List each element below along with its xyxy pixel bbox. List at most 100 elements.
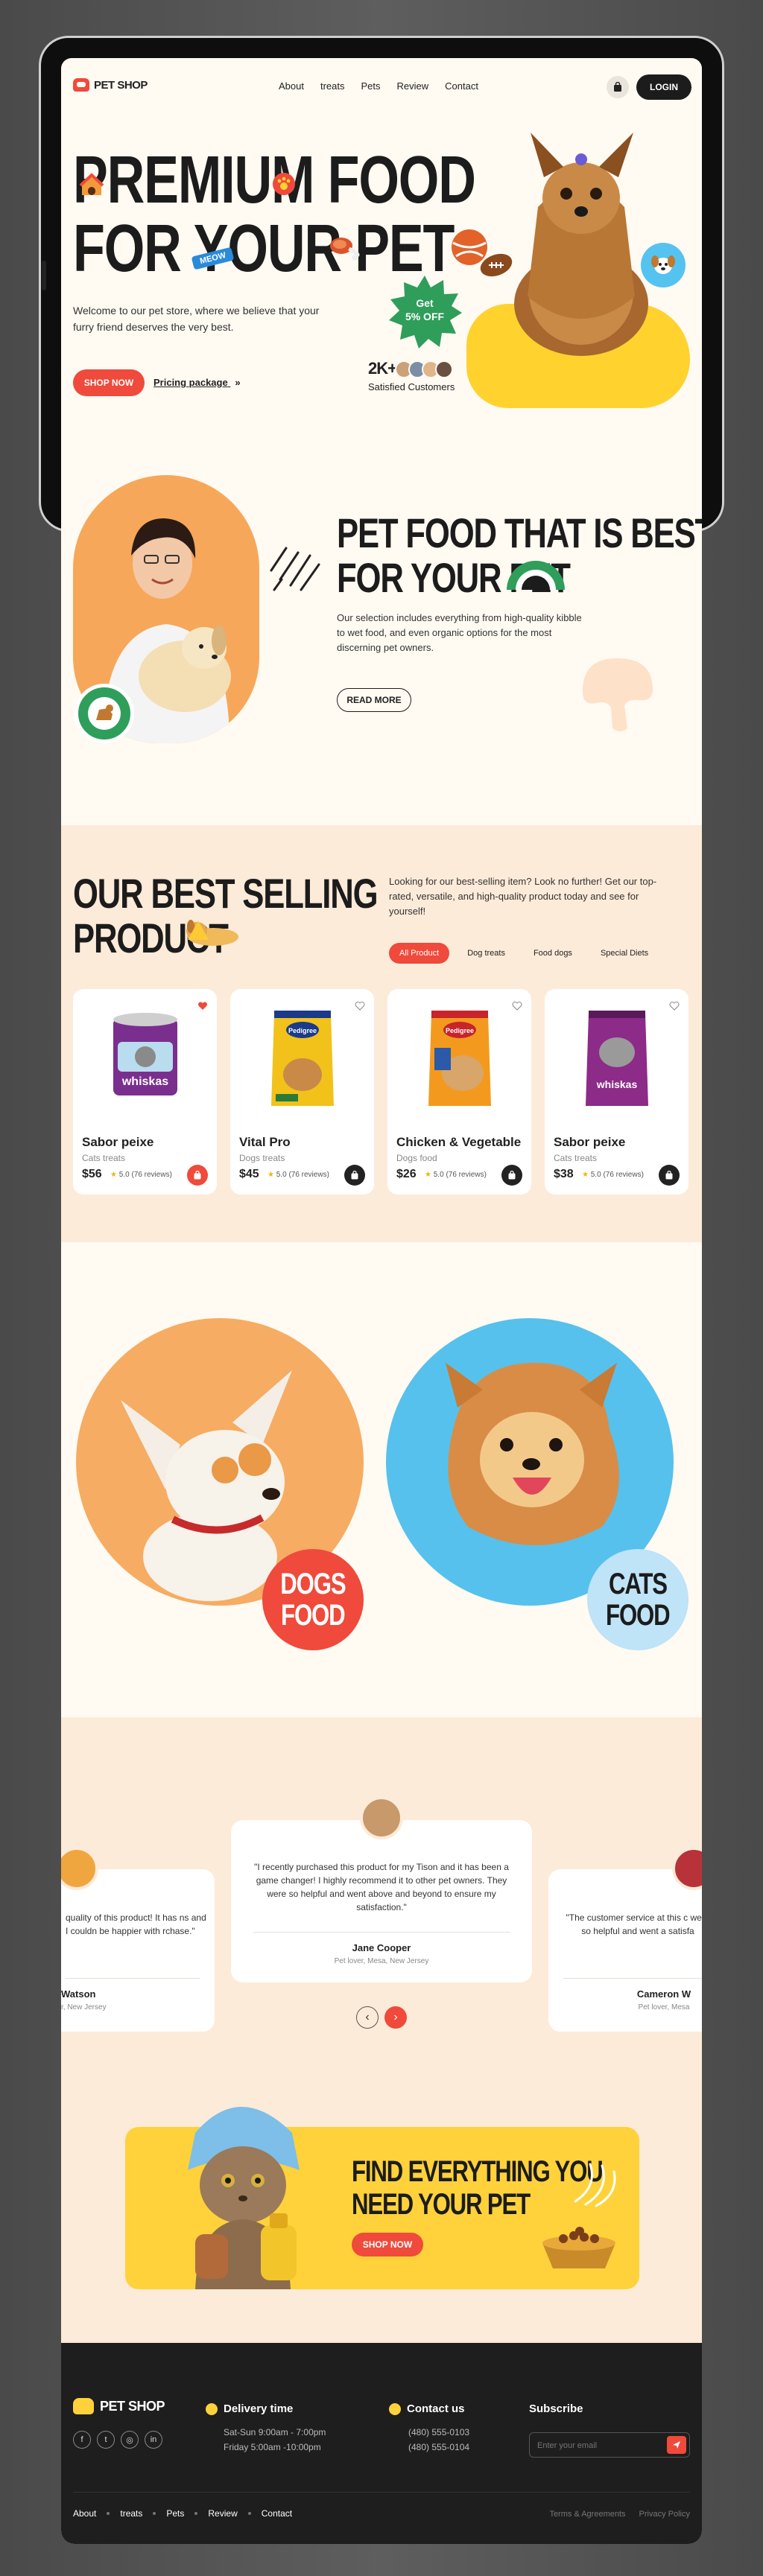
meat-bone-icon: [330, 238, 360, 261]
testimonial-quote: "I recently purchased this product for m…: [254, 1862, 509, 1912]
read-more-button[interactable]: READ MORE: [337, 688, 411, 712]
products-description: Looking for our best-selling item? Look …: [389, 876, 657, 917]
shopping-bag-icon: [508, 1171, 516, 1180]
testimonial-card-active: "I recently purchased this product for m…: [231, 1820, 532, 1982]
football-toy-icon: [480, 253, 513, 277]
footer-links: About treats Pets Review Contact: [73, 2508, 292, 2519]
privacy-link[interactable]: Privacy Policy: [639, 2510, 690, 2519]
phone-icon: [389, 2403, 401, 2416]
twitter-icon[interactable]: t: [97, 2431, 115, 2449]
phone-1[interactable]: (480) 555-0103: [408, 2425, 469, 2440]
social-links: f t ◎ in: [73, 2431, 162, 2449]
customers-label: Satisfied Customers: [368, 381, 455, 392]
offer-line1: Get: [416, 297, 434, 309]
rating-value: 5.0: [276, 1171, 287, 1179]
facebook-icon[interactable]: f: [73, 2431, 91, 2449]
footer-link-pets[interactable]: Pets: [166, 2508, 184, 2519]
product-card[interactable]: Pedigree Vital Pro Dogs treats $45 ★ 5.0…: [230, 989, 374, 1195]
pet-bed-icon: [507, 561, 565, 590]
subscribe-send-button[interactable]: [667, 2436, 686, 2454]
shop-now-button[interactable]: SHOP NOW: [73, 369, 145, 396]
linkedin-icon[interactable]: in: [145, 2431, 162, 2449]
offer-line2: 5% OFF: [405, 311, 445, 322]
instagram-icon[interactable]: ◎: [121, 2431, 139, 2449]
heart-outline-icon[interactable]: [512, 1001, 522, 1011]
filter-all-product[interactable]: All Product: [389, 943, 450, 964]
promo-title-line2: NEED YOUR PET: [352, 2188, 531, 2221]
promo-title: FIND EVERYTHING YOU NEED YOUR PET: [352, 2155, 674, 2221]
product-category: Dogs food: [396, 1153, 437, 1163]
footer-link-treats[interactable]: treats: [120, 2508, 142, 2519]
cats-food-badge[interactable]: CATS FOOD: [587, 1549, 688, 1650]
separator-dot: [153, 2512, 156, 2515]
promo-title-line1: FIND EVERYTHING YOU: [352, 2155, 604, 2188]
nav-link-pets[interactable]: Pets: [361, 80, 381, 92]
dog-face-badge: [641, 243, 686, 287]
subscribe-title: Subscribe: [529, 2402, 583, 2415]
pricing-link-label: Pricing package: [153, 377, 228, 388]
shopping-bag-icon: [351, 1171, 358, 1180]
delivery-hours: Sat-Sun 9:00am - 7:00pm Friday 5:00am -1…: [224, 2425, 326, 2455]
delivery-line1: Sat-Sun 9:00am - 7:00pm: [224, 2427, 326, 2437]
product-card[interactable]: Pedigree Chicken & Vegetable Dogs food $…: [387, 989, 531, 1195]
login-button[interactable]: LOGIN: [636, 74, 691, 100]
divider: [66, 1978, 200, 1979]
phone-2[interactable]: (480) 555-0104: [408, 2440, 469, 2455]
delivery-title: Delivery time: [224, 2402, 294, 2415]
dog-stamp-icon: [88, 697, 121, 730]
nav-link-treats[interactable]: treats: [320, 80, 345, 92]
prev-testimonial-button[interactable]: ‹: [356, 2006, 379, 2029]
delivery-heading: Delivery time: [206, 2402, 294, 2416]
logo[interactable]: PET SHOP: [73, 78, 148, 92]
product-price: $38: [554, 1168, 574, 1180]
pet-food-bowl-icon: [542, 2227, 615, 2268]
heart-filled-icon[interactable]: [197, 1001, 208, 1011]
footer-logo[interactable]: PET SHOP: [73, 2398, 165, 2414]
review-count: (76 reviews): [446, 1171, 487, 1179]
add-to-cart-button[interactable]: [501, 1165, 522, 1186]
add-to-cart-button[interactable]: [187, 1165, 208, 1186]
contact-phones: (480) 555-0103 (480) 555-0104: [408, 2425, 469, 2455]
footer-link-about[interactable]: About: [73, 2508, 96, 2519]
shopping-bag-icon: [665, 1171, 673, 1180]
add-to-cart-button[interactable]: [344, 1165, 365, 1186]
product-card[interactable]: whiskas Sabor peixe Cats treats $38 ★ 5.…: [545, 989, 688, 1195]
dogs-food-badge[interactable]: DOGS FOOD: [262, 1549, 364, 1650]
next-testimonial-button[interactable]: ›: [384, 2006, 407, 2029]
cats-food-line1: CATS: [609, 1568, 668, 1600]
testimonial-quote: quality of this product! It has ns and I…: [66, 1912, 206, 1936]
contact-title: Contact us: [407, 2402, 465, 2415]
product-category: Cats treats: [82, 1153, 126, 1163]
nav-link-about[interactable]: About: [279, 80, 304, 92]
cart-button[interactable]: [607, 76, 629, 98]
satisfied-customers: 2K+ Satisfied Customers: [368, 359, 455, 392]
pricing-package-link[interactable]: Pricing package »: [153, 377, 241, 388]
terms-link[interactable]: Terms & Agreements: [549, 2510, 625, 2519]
logo-text: PET SHOP: [94, 78, 148, 92]
footer-link-contact[interactable]: Contact: [262, 2508, 292, 2519]
filter-special-diets[interactable]: Special Diets: [590, 943, 659, 964]
footer: PET SHOP f t ◎ in Delivery time Sat-Sun …: [61, 2343, 702, 2544]
email-input[interactable]: [537, 2439, 656, 2452]
review-count: (76 reviews): [131, 1171, 172, 1179]
promo-shop-now-button[interactable]: SHOP NOW: [352, 2233, 423, 2257]
testimonial-name: Jane Cooper: [352, 1942, 411, 1953]
nav-link-contact[interactable]: Contact: [445, 80, 478, 92]
footer-logo-text: PET SHOP: [100, 2398, 165, 2414]
divider: [253, 1932, 510, 1933]
dogs-food-line2: FOOD: [281, 1599, 346, 1632]
filter-dog-treats[interactable]: Dog treats: [457, 943, 516, 964]
add-to-cart-button[interactable]: [659, 1165, 680, 1186]
filter-food-dogs[interactable]: Food dogs: [523, 943, 583, 964]
heart-outline-icon[interactable]: [355, 1001, 365, 1011]
quality-stamp-badge: [75, 684, 134, 743]
product-card[interactable]: whiskas Sabor peixe Cats treats $56 ★ 5.…: [73, 989, 217, 1195]
heart-outline-icon[interactable]: [669, 1001, 680, 1011]
nav-link-review[interactable]: Review: [397, 80, 429, 92]
star-icon: ★: [110, 1171, 117, 1179]
brand-label: whiskas: [121, 1075, 168, 1088]
nav-links: About treats Pets Review Contact: [279, 80, 478, 92]
footer-link-review[interactable]: Review: [208, 2508, 237, 2519]
shopping-bag-icon: [614, 82, 621, 92]
product-price: $26: [396, 1168, 417, 1180]
